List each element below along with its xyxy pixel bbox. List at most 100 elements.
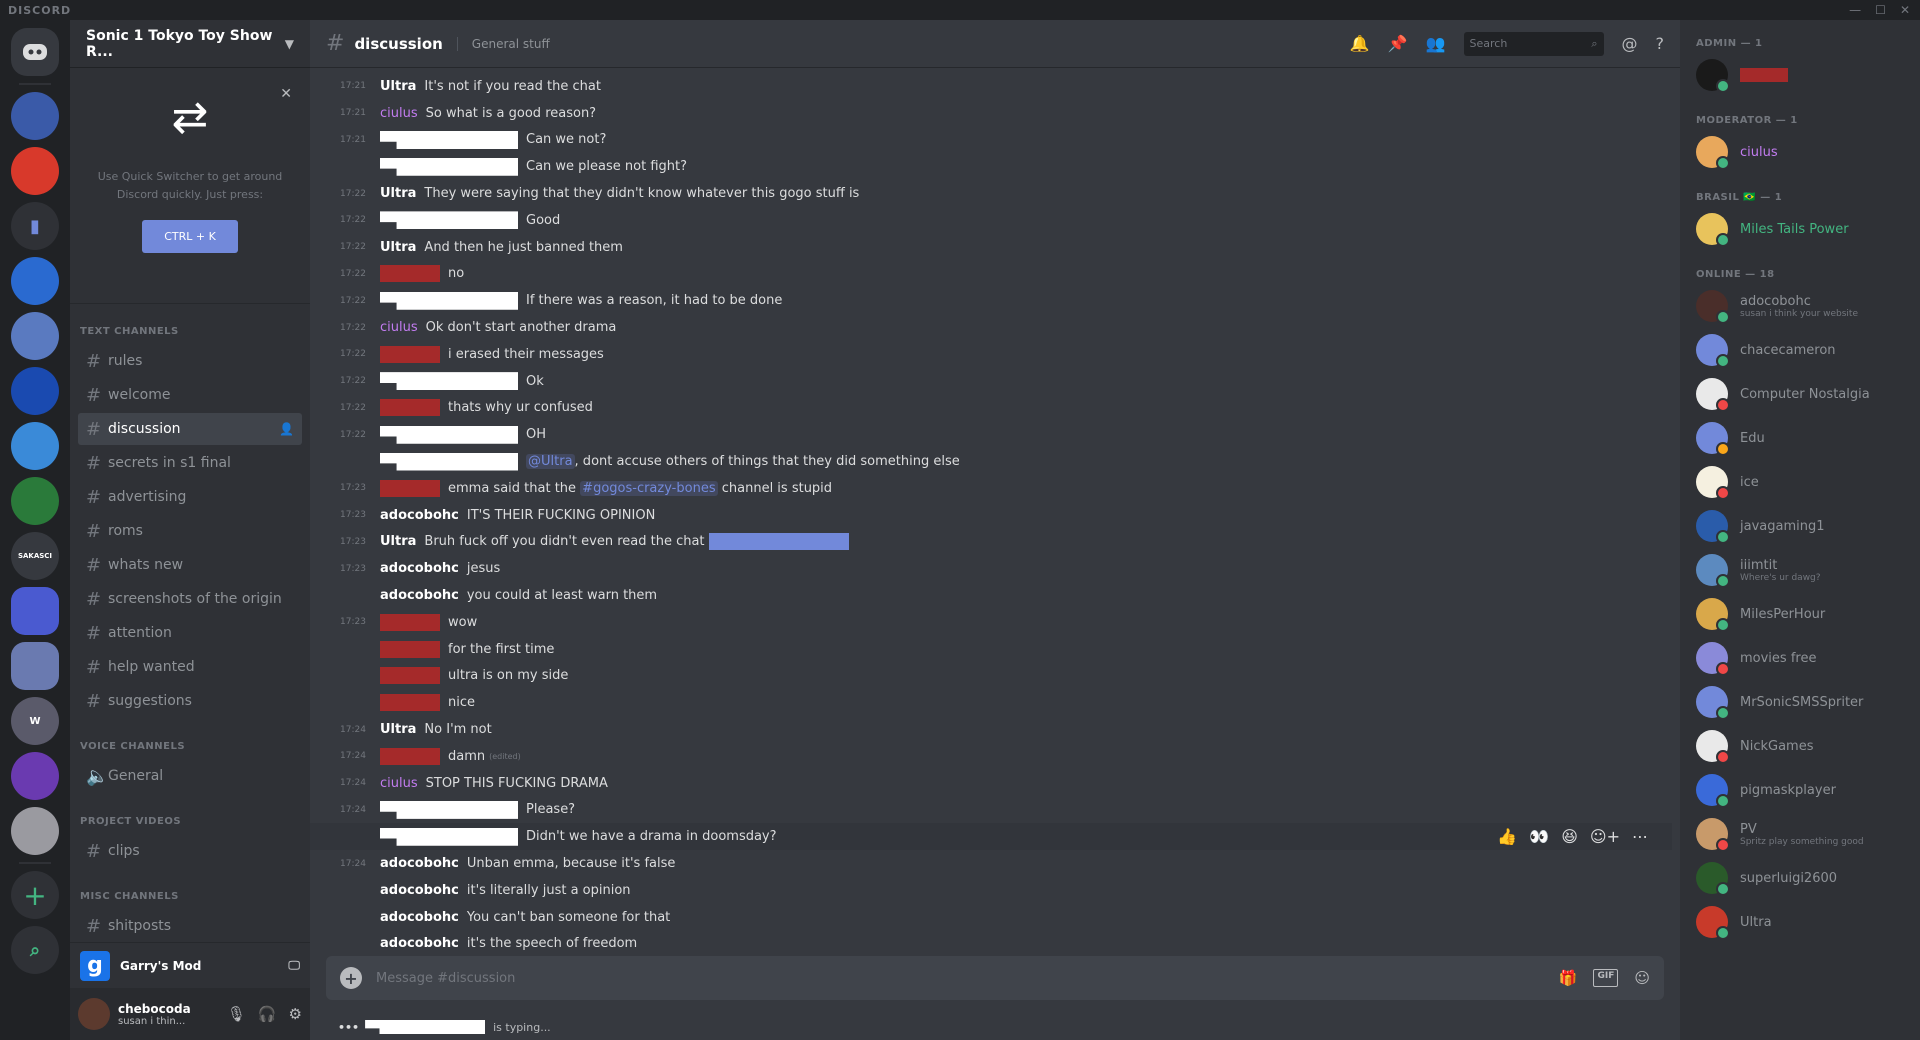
add-server-button[interactable]: +: [11, 871, 59, 919]
emoji-icon[interactable]: ☺: [1634, 969, 1650, 987]
message[interactable]: nice: [310, 689, 1672, 716]
message[interactable]: 17:24 adocobohc Unban emma, because it's f…: [310, 850, 1672, 877]
server-icon[interactable]: [11, 147, 59, 195]
category-voice-channels[interactable]: VOICE CHANNELS: [70, 719, 310, 758]
message-author[interactable]: adocobohc: [380, 856, 459, 871]
member-item[interactable]: MrSonicSMSSpriter: [1688, 680, 1912, 724]
redacted-author[interactable]: [380, 827, 518, 846]
message-author[interactable]: adocobohc: [380, 910, 459, 925]
category-project-videos[interactable]: PROJECT VIDEOS: [70, 794, 310, 833]
channel-clips[interactable]: # clips: [78, 835, 302, 867]
channel-mention[interactable]: #gogos-crazy-bones: [580, 480, 718, 496]
message-author[interactable]: Ultra: [380, 722, 416, 737]
member-item[interactable]: MilesPerHour: [1688, 592, 1912, 636]
message[interactable]: 17:24 Please?: [310, 797, 1672, 824]
redacted-author[interactable]: [380, 800, 518, 819]
server-icon[interactable]: [11, 642, 59, 690]
member-item[interactable]: Miles Tails Power: [1688, 207, 1912, 251]
channel-discussion[interactable]: # discussion 👤: [78, 413, 302, 445]
server-icon[interactable]: [11, 312, 59, 360]
voice-channel-general[interactable]: 🔈 General: [78, 760, 302, 792]
category-misc-channels[interactable]: MISC CHANNELS: [70, 869, 310, 908]
member-item[interactable]: adocobohc susan i think your website: [1688, 284, 1912, 328]
quick-switcher-shortcut-button[interactable]: CTRL + K: [142, 220, 238, 253]
channel-screenshots-of-the-origin[interactable]: # screenshots of the origin: [78, 583, 302, 615]
channel-roms[interactable]: # roms: [78, 515, 302, 547]
more-icon[interactable]: ⋯: [1632, 827, 1648, 846]
message[interactable]: 17:22 i erased their messages: [310, 341, 1672, 368]
message[interactable]: @Ultra, dont accuse others of things tha…: [310, 448, 1672, 475]
redacted-author[interactable]: [380, 345, 440, 363]
message[interactable]: 17:22 Ultra And then he just banned them: [310, 234, 1672, 261]
message-author[interactable]: Ultra: [380, 186, 416, 201]
smile-icon[interactable]: 😆: [1561, 827, 1578, 846]
add-reaction-icon[interactable]: ☺+: [1590, 827, 1620, 846]
explore-servers-button[interactable]: ⌕: [11, 926, 59, 974]
home-button[interactable]: [11, 28, 59, 76]
invite-icon[interactable]: 👤: [279, 422, 294, 436]
close-window-icon[interactable]: ✕: [1900, 3, 1910, 17]
close-icon[interactable]: ✕: [280, 86, 292, 102]
message-author[interactable]: adocobohc: [380, 883, 459, 898]
member-item[interactable]: PV Spritz play something good: [1688, 812, 1912, 856]
redacted-author[interactable]: [380, 694, 440, 712]
message-author[interactable]: ciulus: [380, 776, 418, 791]
message[interactable]: 17:23 adocobohc jesus: [310, 555, 1672, 582]
channel-help-wanted[interactable]: # help wanted: [78, 651, 302, 683]
member-item[interactable]: pigmaskplayer: [1688, 768, 1912, 812]
message[interactable]: 17:21 ciulus So what is a good reason?: [310, 100, 1672, 127]
server-icon[interactable]: SAKASCI: [11, 532, 59, 580]
message[interactable]: 17:22 OH: [310, 421, 1672, 448]
member-item[interactable]: chacecameron: [1688, 328, 1912, 372]
member-item[interactable]: javagaming1: [1688, 504, 1912, 548]
message[interactable]: 17:23 adocobohc IT'S THEIR FUCKING OPINION: [310, 502, 1672, 529]
minimize-icon[interactable]: —: [1849, 3, 1861, 17]
thumbs-up-icon[interactable]: 👍: [1497, 827, 1517, 846]
member-item[interactable]: Ultra: [1688, 900, 1912, 944]
message-author[interactable]: Ultra: [380, 534, 416, 549]
folder-icon[interactable]: ▮: [11, 202, 59, 250]
message-author[interactable]: adocobohc: [380, 508, 459, 523]
message[interactable]: adocobohc it's the speech of freedom: [310, 931, 1672, 958]
server-header[interactable]: Sonic 1 Tokyo Toy Show R... ▼: [70, 20, 310, 68]
message[interactable]: Didn't we have a drama in doomsday? 👍 👀 😆 ☺+…: [310, 823, 1672, 851]
message[interactable]: 17:21 Can we not?: [310, 127, 1672, 154]
member-item[interactable]: NickGames: [1688, 724, 1912, 768]
server-icon[interactable]: [11, 422, 59, 470]
server-icon[interactable]: [11, 257, 59, 305]
bell-icon[interactable]: 🔔: [1350, 34, 1370, 53]
member-item[interactable]: movies free: [1688, 636, 1912, 680]
redacted-author[interactable]: [380, 157, 518, 176]
user-mention[interactable]: @Ultra: [526, 454, 575, 470]
redacted-author[interactable]: [380, 265, 440, 283]
channel-secrets-in-s1-final[interactable]: # secrets in s1 final: [78, 447, 302, 479]
message[interactable]: 17:24 Ultra No I'm not: [310, 716, 1672, 743]
member-item[interactable]: iiimtit Where's ur dawg?: [1688, 548, 1912, 592]
channel-welcome[interactable]: # welcome: [78, 379, 302, 411]
message[interactable]: ultra is on my side: [310, 663, 1672, 690]
redacted-author[interactable]: [380, 399, 440, 417]
message[interactable]: 17:24 damn (edited): [310, 743, 1672, 770]
eyes-icon[interactable]: 👀: [1529, 827, 1549, 846]
gear-icon[interactable]: ⚙: [289, 1005, 302, 1023]
pin-icon[interactable]: 📌: [1388, 34, 1408, 53]
upload-button[interactable]: +: [340, 967, 362, 989]
message-author[interactable]: adocobohc: [380, 588, 459, 603]
redacted-author[interactable]: [380, 479, 440, 497]
channel-shitposts[interactable]: # shitposts: [78, 910, 302, 942]
channel-rules[interactable]: # rules: [78, 345, 302, 377]
redacted-author[interactable]: [380, 667, 440, 685]
redacted-author[interactable]: [380, 613, 440, 631]
redacted-author[interactable]: [380, 211, 518, 230]
member-item[interactable]: Computer Nostalgia: [1688, 372, 1912, 416]
member-item[interactable]: Edu: [1688, 416, 1912, 460]
server-icon[interactable]: [11, 587, 59, 635]
server-icon[interactable]: [11, 752, 59, 800]
message[interactable]: 17:21 Ultra It's not if you read the chat: [310, 73, 1672, 100]
redacted-author[interactable]: [380, 425, 518, 444]
message[interactable]: 17:22 If there was a reason, it had to be…: [310, 287, 1672, 314]
channel-suggestions[interactable]: # suggestions: [78, 685, 302, 717]
server-icon[interactable]: [11, 92, 59, 140]
channel-attention[interactable]: # attention: [78, 617, 302, 649]
message[interactable]: 17:23 Ultra Bruh fuck off you didn't even …: [310, 529, 1672, 556]
